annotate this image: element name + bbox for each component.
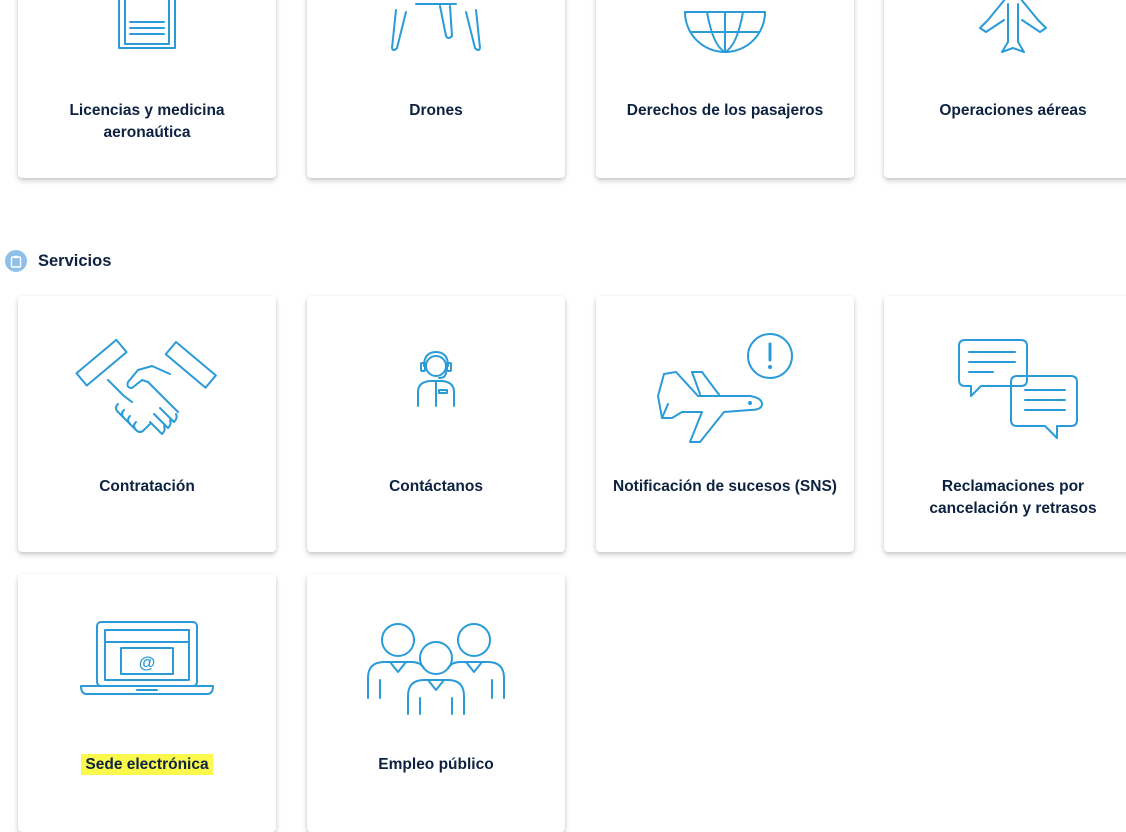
handshake-icon — [18, 334, 276, 444]
airplane-icon — [884, 0, 1126, 62]
card-label: Contáctanos — [389, 478, 483, 495]
card-licencias[interactable]: Licencias y medicina aeronaútica — [18, 0, 276, 178]
card-derechos[interactable]: Derechos de los pasajeros — [596, 0, 854, 178]
document-icon — [18, 0, 276, 60]
card-label: Drones — [409, 102, 463, 119]
card-contactanos[interactable]: Contáctanos — [307, 296, 565, 552]
card-label: Sede electrónica — [30, 754, 264, 776]
globe-icon — [596, 0, 854, 62]
card-label: Reclamaciones por cancelación y retrasos — [929, 478, 1097, 517]
section-title: Servicios — [38, 251, 112, 270]
card-notificacion[interactable]: Notificación de sucesos (SNS) — [596, 296, 854, 552]
card-reclamaciones[interactable]: Reclamaciones por cancelación y retrasos — [884, 296, 1126, 552]
card-label: Empleo público — [378, 756, 494, 773]
card-label: Licencias y medicina aeronaútica — [69, 102, 225, 141]
services-page: Licencias y medicina aeronaútica Drones … — [0, 0, 1126, 832]
card-contratacion[interactable]: Contratación — [18, 296, 276, 552]
drone-icon — [307, 0, 565, 60]
highlighted-label: Sede electrónica — [81, 754, 213, 775]
svg-text:@: @ — [139, 653, 156, 672]
headset-operator-icon — [307, 346, 565, 416]
section-header-servicios: Servicios — [5, 250, 111, 272]
card-label: Operaciones aéreas — [939, 102, 1087, 119]
card-label: Derechos de los pasajeros — [626, 102, 824, 119]
airplane-alert-icon — [596, 326, 854, 456]
laptop-email-icon: @ — [18, 618, 276, 698]
clipboard-icon — [5, 250, 27, 272]
card-empleo-publico[interactable]: Empleo público — [307, 574, 565, 832]
people-group-icon — [307, 618, 565, 718]
card-operaciones[interactable]: Operaciones aéreas — [884, 0, 1126, 178]
card-sede-electronica[interactable]: @ Sede electrónica — [18, 574, 276, 832]
card-label: Contratación — [99, 478, 195, 495]
card-drones[interactable]: Drones — [307, 0, 565, 178]
chat-bubbles-icon — [884, 334, 1126, 444]
card-label: Notificación de sucesos (SNS) — [613, 478, 837, 495]
